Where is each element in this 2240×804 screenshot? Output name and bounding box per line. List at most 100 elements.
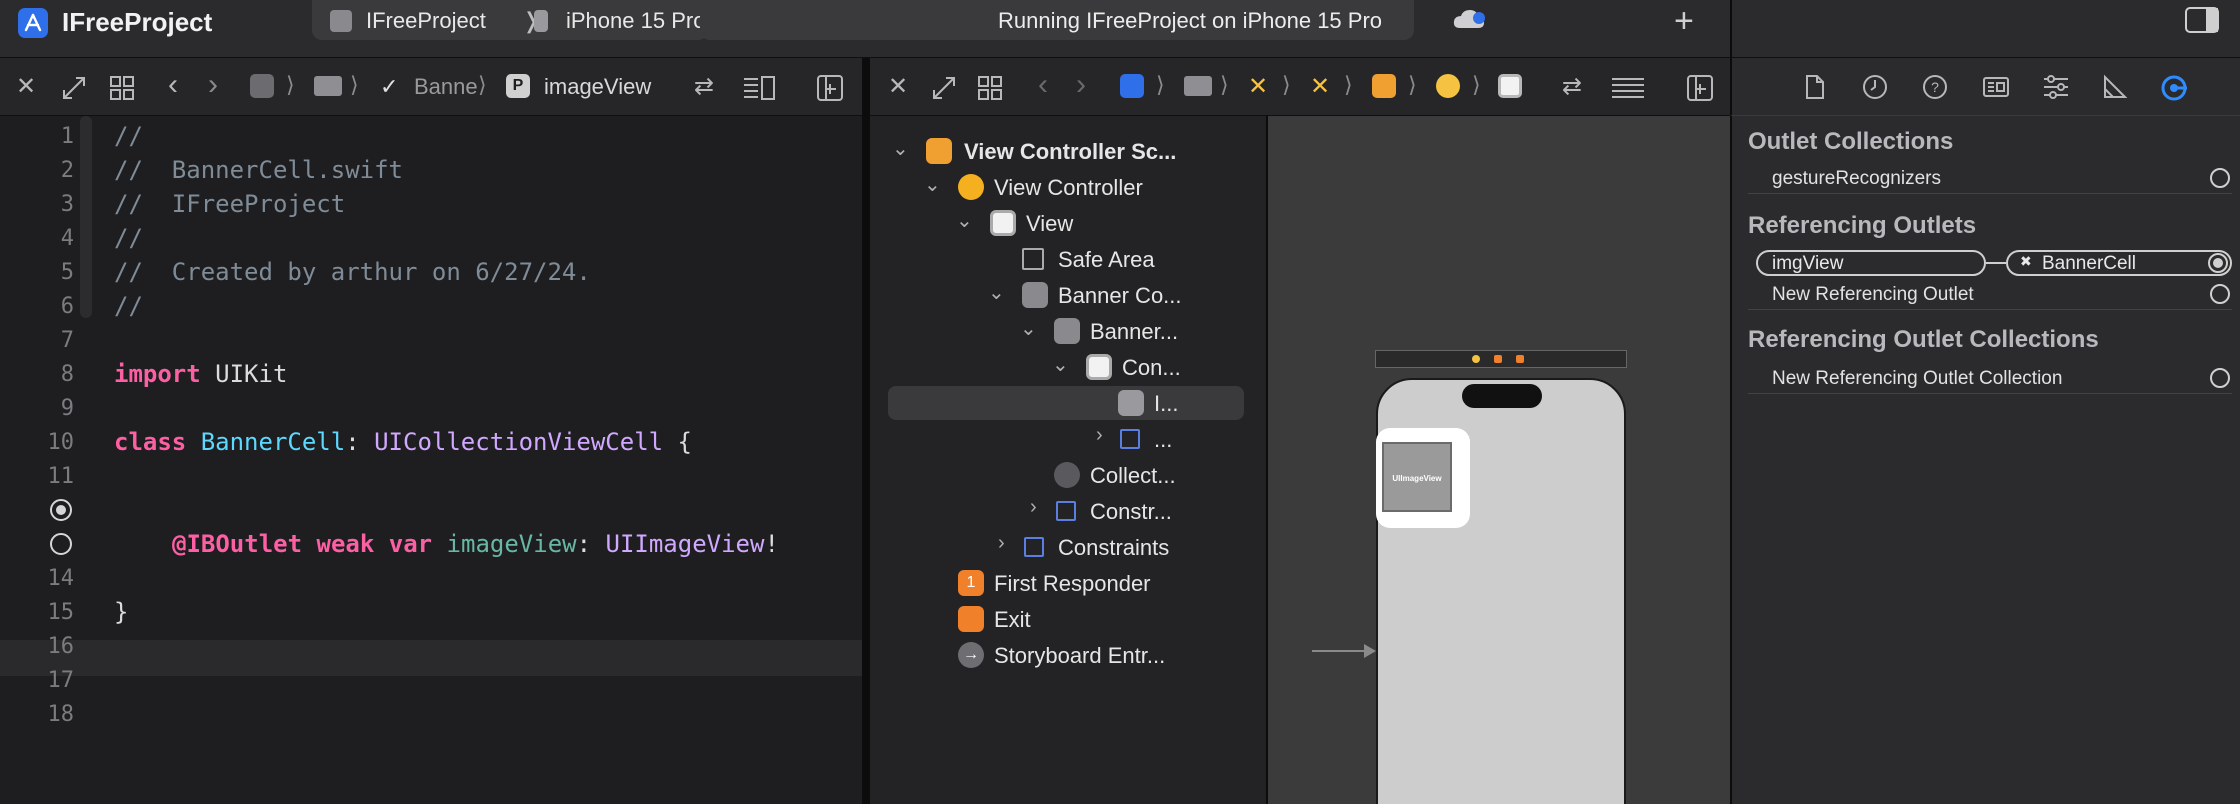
scene-dock[interactable]	[1375, 350, 1627, 368]
new-referencing-outlet-row[interactable]: New Referencing Outlet	[1748, 280, 2232, 310]
help-inspector-icon[interactable]: ?	[1922, 74, 1948, 100]
outline-item-view[interactable]: ⌄ View	[884, 206, 1254, 240]
chevron-right-icon[interactable]: ›	[1030, 496, 1050, 519]
expand-icon[interactable]	[930, 74, 958, 102]
outline-item-content-view[interactable]: ⌄ Con...	[884, 350, 1254, 384]
connections-inspector-icon[interactable]	[2160, 74, 2188, 102]
scene-icon[interactable]	[1372, 74, 1396, 98]
flow-layout-icon	[1054, 462, 1080, 488]
add-icon[interactable]: +	[1674, 2, 1694, 41]
project-icon[interactable]	[1120, 74, 1144, 98]
cloud-status-icon[interactable]	[1452, 8, 1488, 30]
file-inspector-icon[interactable]	[1804, 74, 1826, 100]
chevron-down-icon[interactable]: ⌄	[892, 136, 912, 161]
chevron-down-icon[interactable]: ⌄	[924, 172, 944, 197]
close-icon[interactable]: ✕	[888, 74, 908, 100]
breadcrumb-symbol[interactable]: imageView	[544, 74, 651, 100]
chevron-down-icon[interactable]: ⌄	[1020, 316, 1040, 341]
first-responder-icon[interactable]	[1494, 355, 1502, 363]
code-line[interactable]: //	[114, 122, 143, 150]
outline-item-view-controller[interactable]: ⌄ View Controller	[884, 170, 1254, 204]
size-inspector-icon[interactable]	[2102, 74, 2128, 100]
outlet-indicator[interactable]	[50, 533, 72, 555]
folder-icon[interactable]	[314, 76, 342, 96]
swift-file-icon[interactable]: ✓	[380, 74, 398, 100]
related-items-icon[interactable]	[976, 74, 1004, 102]
storyboard-canvas[interactable]: UIImageView	[1266, 116, 1730, 804]
code-line[interactable]: class BannerCell: UICollectionViewCell {	[114, 428, 692, 456]
folder-icon[interactable]	[1184, 76, 1212, 96]
editor-options-icon[interactable]	[742, 74, 778, 102]
related-items-icon[interactable]	[108, 74, 136, 102]
inspector-toggle-icon[interactable]	[2184, 6, 2220, 34]
image-view-preview[interactable]: UIImageView	[1382, 442, 1452, 512]
attributes-inspector-icon[interactable]	[2042, 74, 2070, 100]
outline-item-image-view[interactable]: I...	[888, 386, 1244, 420]
outline-item-constraints-inner[interactable]: › Constr...	[884, 494, 1254, 528]
view-icon[interactable]	[1498, 74, 1522, 98]
new-referencing-outlet-collection-row[interactable]: New Referencing Outlet Collection	[1748, 364, 2232, 394]
outlet-row-gesture-recognizers[interactable]: gestureRecognizers	[1748, 164, 2232, 194]
entry-point-arrow[interactable]	[1312, 644, 1376, 658]
close-icon[interactable]: ✕	[16, 74, 36, 100]
outlet-source-pill[interactable]: imgView	[1756, 250, 1986, 276]
chevron-down-icon[interactable]: ⌄	[988, 280, 1008, 305]
back-arrow-icon[interactable]: ‹	[168, 70, 178, 100]
outline-item-banner-collection[interactable]: ⌄ Banner Co...	[884, 278, 1254, 312]
connection-circle-filled-icon[interactable]	[2208, 253, 2228, 273]
outline-item-scene[interactable]: ⌄ View Controller Sc...	[884, 134, 1254, 168]
forward-arrow-icon[interactable]: ›	[1076, 70, 1086, 100]
referencing-outlet-row[interactable]: imgView ✖ BannerCell	[1748, 250, 2232, 280]
chevron-right-icon[interactable]: ›	[1096, 424, 1116, 447]
code-line[interactable]: import UIKit	[114, 360, 287, 388]
split-divider[interactable]	[862, 58, 870, 804]
code-line[interactable]: //	[114, 292, 143, 320]
editor-jump-bar: ✕ ‹ › ⟩ ⟩ ✓ Banne ⟩ P imageView ⇄	[0, 58, 862, 116]
identity-inspector-icon[interactable]	[1982, 76, 2010, 98]
forward-arrow-icon[interactable]: ›	[208, 70, 218, 100]
remove-connection-icon[interactable]: ✖	[2020, 253, 2032, 270]
code-line[interactable]: // Created by arthur on 6/27/24.	[114, 258, 591, 286]
swap-icon[interactable]: ⇄	[694, 74, 714, 100]
outline-item-constraints[interactable]: › Constraints	[884, 530, 1254, 564]
chevron-down-icon[interactable]: ⌄	[956, 208, 976, 233]
outline-item-banner-cell[interactable]: ⌄ Banner...	[884, 314, 1254, 348]
exit-icon[interactable]	[1516, 355, 1524, 363]
editor-options-icon[interactable]	[1610, 76, 1646, 100]
connection-circle-icon[interactable]	[2210, 168, 2230, 188]
connection-circle-icon[interactable]	[2210, 368, 2230, 388]
outline-label: Collect...	[1090, 463, 1176, 488]
storyboard-icon[interactable]: ✕	[1248, 74, 1268, 100]
code-line[interactable]: }	[114, 598, 128, 626]
banner-cell-preview[interactable]: UIImageView	[1376, 428, 1470, 528]
outline-item-collection-layout[interactable]: Collect...	[884, 458, 1254, 492]
expand-icon[interactable]	[60, 74, 88, 102]
code-line[interactable]: @IBOutlet weak var imageView: UIImageVie…	[172, 530, 779, 558]
back-arrow-icon[interactable]: ‹	[1038, 70, 1048, 100]
outline-item-storyboard-entry[interactable]: → Storyboard Entr...	[884, 638, 1254, 672]
code-line[interactable]: //	[114, 224, 143, 252]
chevron-down-icon[interactable]: ⌄	[1052, 352, 1072, 377]
scheme-selector[interactable]: IFreeProject ❭ iPhone 15 Pro	[312, 0, 708, 40]
outlet-target-pill[interactable]: ✖ BannerCell	[2006, 250, 2232, 276]
swap-icon[interactable]: ⇄	[1562, 74, 1582, 100]
chevron-right-icon[interactable]: ›	[998, 532, 1018, 555]
outlet-connected-indicator[interactable]	[50, 499, 72, 521]
code-line[interactable]: // IFreeProject	[114, 190, 345, 218]
history-inspector-icon[interactable]	[1862, 74, 1888, 100]
outline-item-exit[interactable]: Exit	[884, 602, 1254, 636]
view-controller-icon[interactable]	[1472, 355, 1480, 363]
outline-item-safe-area[interactable]: Safe Area	[884, 242, 1254, 276]
outline-item-constraints-collapsed[interactable]: › ...	[884, 422, 1254, 456]
breadcrumb-file[interactable]: Banne	[414, 74, 478, 100]
connection-circle-icon[interactable]	[2210, 284, 2230, 304]
storyboard-base-icon[interactable]: ✕	[1310, 74, 1330, 100]
iphone-frame[interactable]: UIImageView	[1376, 378, 1626, 804]
code-line[interactable]: // BannerCell.swift	[114, 156, 403, 184]
add-editor-icon[interactable]	[1686, 74, 1714, 102]
project-icon[interactable]	[250, 74, 274, 98]
source-editor[interactable]: 1 2 3 4 5 6 7 8 9 10 11 14 15 16 17 18 /…	[0, 116, 862, 804]
view-controller-icon[interactable]	[1436, 74, 1460, 98]
outline-item-first-responder[interactable]: 1 First Responder	[884, 566, 1254, 600]
add-editor-icon[interactable]	[816, 74, 844, 102]
